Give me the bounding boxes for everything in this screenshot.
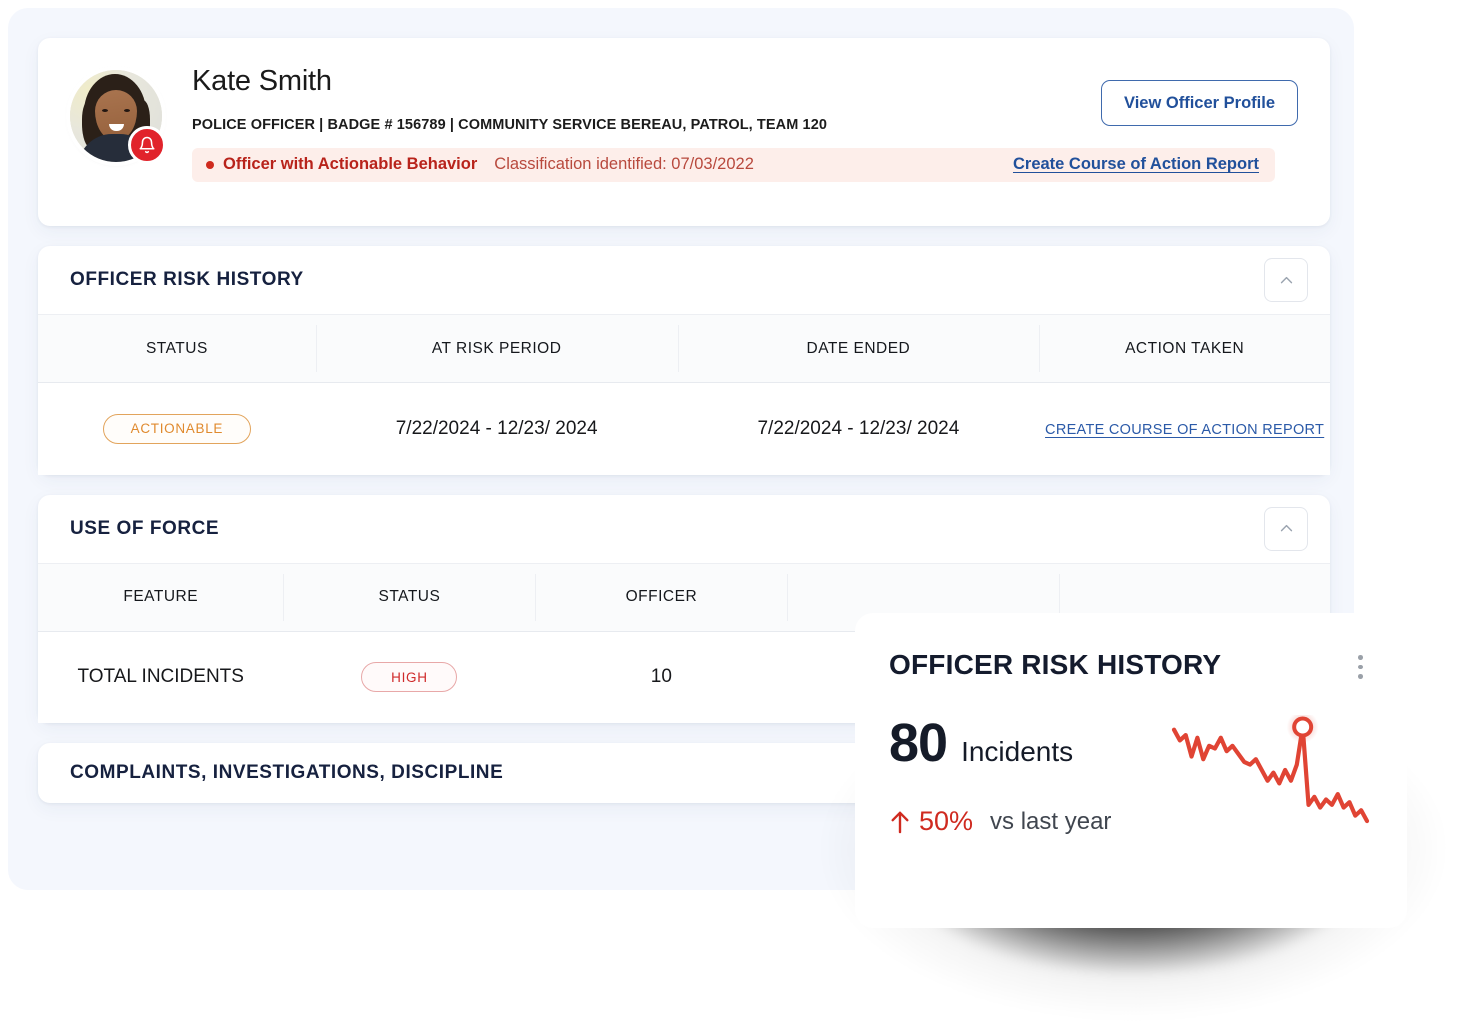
section-header: OFFICER RISK HISTORY: [38, 246, 1330, 314]
bell-icon[interactable]: [128, 126, 166, 164]
status-badge: HIGH: [361, 662, 458, 693]
chevron-up-icon: [1280, 524, 1292, 532]
cell-at-risk-period: 7/22/2024 - 12/23/ 2024: [315, 382, 678, 475]
chevron-up-icon: [1280, 276, 1292, 283]
collapse-risk-history-button[interactable]: [1264, 258, 1308, 302]
collapse-use-of-force-button[interactable]: [1264, 506, 1308, 551]
sparkline-container: [1111, 715, 1373, 837]
incident-count-row: 80 Incidents: [889, 716, 1111, 770]
risk-history-table: STATUS AT RISK PERIOD DATE ENDED ACTION …: [38, 314, 1330, 475]
column-header-at-risk-period: AT RISK PERIOD: [315, 314, 678, 383]
officer-risk-history-widget: OFFICER RISK HISTORY 80 Incidents 50% vs…: [855, 613, 1407, 928]
section-title-complaints: COMPLAINTS, INVESTIGATIONS, DISCIPLINE: [70, 762, 504, 783]
avatar: [70, 70, 166, 164]
alert-title: Officer with Actionable Behavior: [223, 155, 478, 174]
status-badge: ACTIONABLE: [102, 413, 251, 444]
table-row: ACTIONABLE 7/22/2024 - 12/23/ 2024 7/22/…: [38, 382, 1330, 475]
create-course-of-action-report-link[interactable]: Create Course of Action Report: [1013, 155, 1259, 174]
widget-body: 80 Incidents 50% vs last year: [889, 715, 1373, 837]
widget-header: OFFICER RISK HISTORY: [889, 649, 1373, 681]
column-header-status: STATUS: [283, 562, 536, 632]
cell-officer-count: 10: [535, 631, 788, 723]
section-title-use-of-force: USE OF FORCE: [70, 517, 220, 539]
delta-percentage: 50%: [919, 806, 974, 836]
delta-comparison-label: vs last year: [990, 807, 1112, 835]
officer-profile-card: Kate Smith POLICE OFFICER | BADGE # 1567…: [38, 38, 1330, 226]
alert-subtitle: Classification identified: 07/03/2022: [494, 155, 754, 174]
kebab-menu-icon[interactable]: [1347, 649, 1373, 680]
cell-date-ended: 7/22/2024 - 12/23/ 2024: [677, 382, 1040, 475]
view-officer-profile-button[interactable]: View Officer Profile: [1101, 80, 1298, 126]
incident-count-unit: Incidents: [961, 736, 1074, 767]
incidents-sparkline-chart: [1171, 715, 1370, 824]
arrow-up-icon: [891, 811, 909, 833]
column-header-status: STATUS: [38, 314, 316, 383]
cell-status: ACTIONABLE: [38, 382, 316, 475]
column-header-officer: OFFICER: [535, 562, 788, 632]
create-course-of-action-report-cell-link[interactable]: CREATE COURSE OF ACTION REPORT: [1045, 422, 1324, 438]
status-dot-icon: [206, 160, 214, 169]
screenshot-root: Kate Smith POLICE OFFICER | BADGE # 1567…: [0, 0, 1474, 1022]
table-header-row: STATUS AT RISK PERIOD DATE ENDED ACTION …: [38, 314, 1330, 383]
widget-title: OFFICER RISK HISTORY: [889, 649, 1222, 680]
widget-stats: 80 Incidents 50% vs last year: [889, 716, 1111, 837]
cell-status: HIGH: [283, 631, 536, 723]
column-header-date-ended: DATE ENDED: [677, 314, 1040, 383]
incident-count-value: 80: [889, 713, 948, 773]
section-title-risk-history: OFFICER RISK HISTORY: [70, 269, 304, 290]
actionable-behavior-alert: Officer with Actionable Behavior Classif…: [192, 147, 1275, 182]
column-header-feature: FEATURE: [38, 562, 284, 632]
delta-row: 50% vs last year: [889, 806, 1111, 837]
officer-risk-history-section: OFFICER RISK HISTORY STATUS AT RISK PERI…: [38, 246, 1330, 475]
cell-action-taken: CREATE COURSE OF ACTION REPORT: [1039, 382, 1330, 475]
cell-feature: TOTAL INCIDENTS: [38, 631, 284, 723]
section-header: USE OF FORCE: [38, 495, 1330, 563]
column-header-action-taken: ACTION TAKEN: [1039, 314, 1330, 383]
